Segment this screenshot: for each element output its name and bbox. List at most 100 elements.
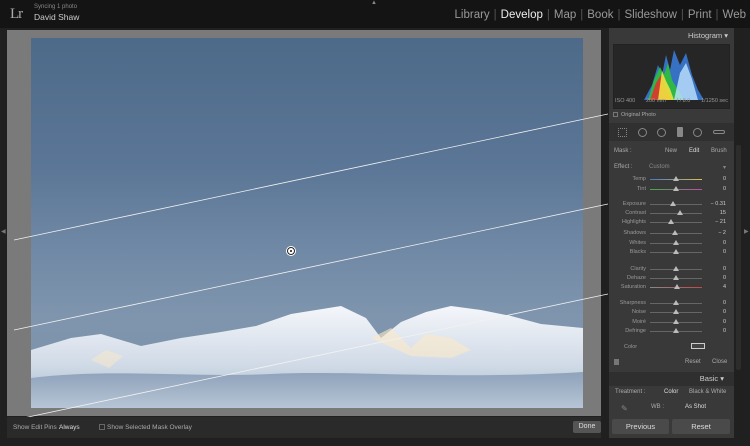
- effect-preset-select[interactable]: Custom: [649, 164, 670, 170]
- slider-row[interactable]: Moiré 0: [609, 318, 734, 327]
- slider-handle[interactable]: [672, 230, 679, 235]
- slider-handle[interactable]: [667, 219, 674, 224]
- right-panel-scrollbar[interactable]: [736, 145, 741, 370]
- slider-row[interactable]: Blacks 0: [609, 248, 734, 257]
- slider-handle[interactable]: [673, 275, 679, 280]
- slider-value[interactable]: 0: [723, 266, 726, 272]
- slider-label: Shadows: [623, 230, 646, 236]
- histogram-header[interactable]: Histogram ▾: [609, 29, 734, 42]
- slider-handle[interactable]: [673, 240, 679, 245]
- slider-value[interactable]: − 2: [718, 230, 726, 236]
- white-balance-row: ✎ WB : As Shot: [609, 403, 734, 413]
- panel-switch-icon[interactable]: [614, 359, 619, 365]
- original-photo-toggle[interactable]: Original Photo: [613, 112, 656, 118]
- slider-label: Blacks: [629, 249, 646, 255]
- slider-handle[interactable]: [673, 249, 679, 254]
- mask-brush[interactable]: Brush: [711, 148, 727, 154]
- slider-track[interactable]: [650, 213, 702, 214]
- slider-handle[interactable]: [673, 176, 679, 181]
- slider-row[interactable]: Whites 0: [609, 239, 734, 248]
- module-map[interactable]: Map: [554, 9, 576, 21]
- module-slideshow[interactable]: Slideshow: [624, 9, 676, 21]
- slider-value[interactable]: 0: [723, 176, 726, 182]
- slider-handle[interactable]: [673, 328, 679, 333]
- slider-handle[interactable]: [670, 201, 677, 206]
- slider-value[interactable]: 0: [723, 275, 726, 281]
- module-web[interactable]: Web: [723, 9, 746, 21]
- red-eye-icon[interactable]: [657, 127, 667, 137]
- slider-label: Exposure: [622, 201, 646, 207]
- module-develop[interactable]: Develop: [501, 9, 543, 21]
- slider-label: Sharpness: [619, 300, 646, 306]
- slider-handle[interactable]: [673, 309, 679, 314]
- slider-value[interactable]: 15: [720, 210, 726, 216]
- mask-new[interactable]: New: [665, 148, 677, 154]
- slider-row[interactable]: Clarity 0: [609, 265, 734, 274]
- slider-row[interactable]: Saturation 4: [609, 283, 734, 292]
- slider-handle[interactable]: [674, 284, 681, 289]
- slider-row[interactable]: Temp 0: [609, 175, 734, 184]
- slider-row[interactable]: Exposure − 0.31: [609, 200, 734, 209]
- slider-value[interactable]: 0: [723, 186, 726, 192]
- mask-edit-pin[interactable]: [287, 247, 295, 255]
- adjustment-brush-icon[interactable]: [712, 130, 725, 134]
- lightroom-logo: Lr: [10, 6, 23, 22]
- slider-handle[interactable]: [673, 319, 679, 324]
- color-label: Color: [624, 344, 638, 350]
- expand-right-panel-icon[interactable]: ▶: [744, 228, 749, 235]
- treatment-color[interactable]: Color: [664, 389, 678, 395]
- slider-label: Temp: [632, 176, 646, 182]
- slider-track[interactable]: [650, 222, 702, 223]
- slider-value[interactable]: 0: [723, 328, 726, 334]
- mask-edit[interactable]: Edit: [689, 148, 699, 154]
- graduated-filter-icon[interactable]: [676, 127, 683, 137]
- module-library[interactable]: Library: [455, 9, 490, 21]
- wb-select[interactable]: As Shot: [685, 404, 706, 410]
- collapse-effect-icon[interactable]: ▾: [723, 164, 726, 171]
- slider-row[interactable]: Shadows − 2: [609, 229, 734, 238]
- slider-value[interactable]: 0: [723, 249, 726, 255]
- color-swatch[interactable]: [691, 343, 705, 349]
- mask-reset-button[interactable]: Reset: [685, 359, 701, 365]
- slider-value[interactable]: 0: [723, 240, 726, 246]
- slider-value[interactable]: − 21: [715, 219, 726, 225]
- mask-reset-row: Reset Close: [609, 358, 734, 368]
- show-edit-pins-select[interactable]: Always: [59, 424, 80, 431]
- slider-value[interactable]: 0: [723, 319, 726, 325]
- slider-row[interactable]: Contrast 15: [609, 209, 734, 218]
- slider-row[interactable]: Dehaze 0: [609, 274, 734, 283]
- slider-handle[interactable]: [673, 266, 679, 271]
- mask-overlay-checkbox[interactable]: [99, 424, 105, 430]
- slider-handle[interactable]: [673, 300, 679, 305]
- photo[interactable]: [31, 38, 583, 408]
- slider-row[interactable]: Defringe 0: [609, 327, 734, 336]
- reset-button[interactable]: Reset: [672, 419, 730, 434]
- mask-close-button[interactable]: Close: [712, 359, 727, 365]
- original-photo-checkbox[interactable]: [613, 112, 618, 118]
- image-canvas[interactable]: [7, 30, 608, 421]
- module-print[interactable]: Print: [688, 9, 712, 21]
- slider-value[interactable]: 0: [723, 309, 726, 315]
- slider-handle[interactable]: [673, 186, 679, 191]
- expand-left-panel-icon[interactable]: ◀: [1, 228, 6, 235]
- slider-value[interactable]: − 0.31: [711, 201, 726, 207]
- slider-handle[interactable]: [677, 210, 684, 215]
- radial-filter-icon[interactable]: [693, 127, 703, 137]
- slider-value[interactable]: 4: [723, 284, 726, 290]
- slider-label: Noise: [631, 309, 646, 315]
- treatment-bw[interactable]: Black & White: [689, 389, 726, 395]
- slider-value[interactable]: 0: [723, 300, 726, 306]
- collapse-top-icon[interactable]: ▲: [371, 0, 377, 6]
- white-balance-selector-icon[interactable]: ✎: [621, 404, 628, 413]
- slider-row[interactable]: Sharpness 0: [609, 299, 734, 308]
- crop-icon[interactable]: [618, 127, 628, 137]
- slider-row[interactable]: Tint 0: [609, 185, 734, 194]
- done-button[interactable]: Done: [573, 421, 601, 433]
- module-book[interactable]: Book: [587, 9, 613, 21]
- slider-row[interactable]: Highlights − 21: [609, 218, 734, 227]
- basic-panel-header[interactable]: Basic ▾: [609, 372, 734, 386]
- spot-removal-icon[interactable]: [637, 127, 647, 137]
- sync-status[interactable]: Syncing 1 photo: [34, 4, 77, 10]
- previous-button[interactable]: Previous: [612, 419, 669, 434]
- slider-row[interactable]: Noise 0: [609, 308, 734, 317]
